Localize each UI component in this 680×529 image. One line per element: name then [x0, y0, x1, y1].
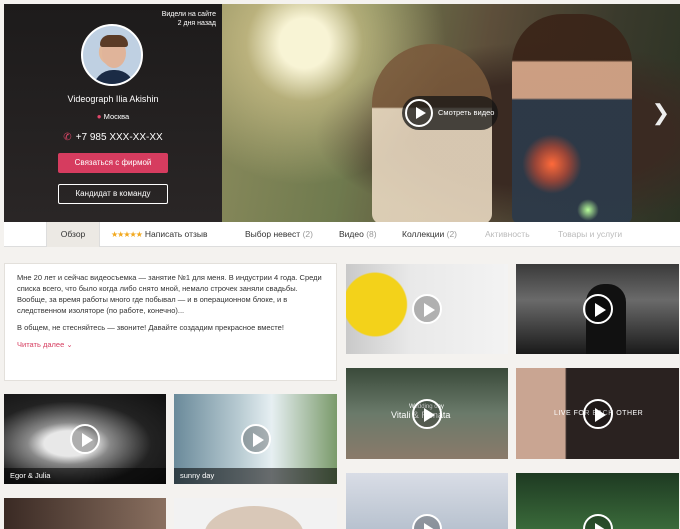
video-thumb[interactable] [346, 473, 508, 529]
team-candidate-button[interactable]: Кандидат в команду [58, 184, 168, 204]
video-thumb[interactable] [516, 473, 679, 529]
read-more-link[interactable]: Читать далее ⌄ [17, 339, 324, 350]
tab-overview[interactable]: Обзор [46, 222, 100, 247]
play-icon [70, 424, 100, 454]
hero-section: Видели на сайте 2 дня назад Videograph I… [4, 4, 680, 222]
about-card: Мне 20 лет и сейчас видеосъемка — заняти… [4, 263, 337, 381]
video-thumb[interactable] [346, 264, 508, 354]
watch-video-button[interactable]: Смотреть видео [402, 96, 498, 130]
tab-write-review-label: Написать отзыв [144, 229, 208, 239]
profile-phone[interactable]: ✆ +7 985 XXX-XX-XX [4, 132, 222, 143]
contact-company-button[interactable]: Связаться с фирмой [58, 153, 168, 173]
phone-icon: ✆ [63, 132, 72, 143]
tab-video-label: Видео [339, 229, 364, 239]
video-thumb[interactable] [174, 498, 337, 529]
about-text-1: Мне 20 лет и сейчас видеосъемка — заняти… [17, 273, 322, 315]
lens-flare-small [577, 199, 599, 221]
play-icon [405, 99, 433, 127]
tab-collections[interactable]: Коллекции (2) [402, 222, 457, 247]
video-thumb-sunny-day[interactable]: sunny day [174, 394, 337, 484]
video-thumb[interactable]: Wedding day Vitali & Renata [346, 368, 508, 459]
hero-bride [372, 44, 492, 222]
avatar-hair [100, 35, 128, 47]
watch-video-label: Смотреть видео [438, 108, 495, 117]
video-caption: Egor & Julia [4, 468, 166, 484]
video-caption: sunny day [174, 468, 337, 484]
last-seen: Видели на сайте 2 дня назад [162, 10, 216, 28]
video-thumb-egor-julia[interactable]: Egor & Julia [4, 394, 166, 484]
play-icon [412, 398, 442, 429]
tab-products[interactable]: Товары и услуги [558, 222, 622, 247]
profile-city: ● Москва [4, 112, 222, 121]
profile-card: Видели на сайте 2 дня назад Videograph I… [4, 4, 222, 222]
tab-overview-label: Обзор [60, 229, 86, 239]
tab-activity[interactable]: Активность [485, 222, 530, 247]
play-icon [582, 294, 613, 324]
video-thumb[interactable] [516, 264, 679, 354]
stars-rating-icon: ★★★★★ [111, 230, 143, 239]
page: Видели на сайте 2 дня назад Videograph I… [0, 0, 680, 529]
tab-brides-choice-count: (2) [302, 229, 313, 239]
tab-products-label: Товары и услуги [558, 229, 623, 239]
hero-groom [512, 14, 632, 222]
tab-collections-count: (2) [446, 229, 457, 239]
tab-brides-choice-label: Выбор невест [245, 229, 301, 239]
read-more-label: Читать далее [17, 340, 65, 349]
tab-video[interactable]: Видео (8) [339, 222, 377, 247]
tab-write-review[interactable]: ★★★★★ Написать отзыв [111, 222, 208, 247]
avatar-shirt [93, 70, 135, 84]
chevron-down-icon: ⌄ [66, 340, 73, 349]
hero-video[interactable]: Смотреть видео ❯ [222, 4, 680, 222]
tab-brides-choice[interactable]: Выбор невест (2) [245, 222, 313, 247]
phone-number: +7 985 XXX-XX-XX [75, 132, 163, 143]
lens-flare [522, 134, 582, 194]
play-icon [412, 294, 442, 324]
location-pin-icon: ● [96, 112, 102, 121]
tab-video-count: (8) [366, 229, 377, 239]
last-seen-label: Видели на сайте [161, 11, 216, 18]
profile-name: Videograph Ilia Akishin [67, 94, 159, 104]
play-icon [240, 424, 271, 454]
video-thumb[interactable]: LIVE FOR EACH OTHER [516, 368, 679, 459]
chevron-right-icon[interactable]: ❯ [652, 100, 670, 126]
about-text-2: В общем, не стесняйтесь — звоните! Давай… [17, 323, 284, 332]
profile-tabs: Обзор ★★★★★ Написать отзыв Выбор невест (… [4, 222, 680, 247]
last-seen-time: 2 дня назад [177, 20, 216, 27]
tab-activity-label: Активность [485, 229, 530, 239]
avatar[interactable] [81, 24, 143, 86]
play-icon [412, 514, 442, 529]
play-icon [582, 398, 613, 429]
tab-collections-label: Коллекции [402, 229, 445, 239]
video-thumb[interactable] [4, 498, 166, 529]
city-label: Москва [103, 112, 130, 121]
play-icon [582, 514, 613, 529]
